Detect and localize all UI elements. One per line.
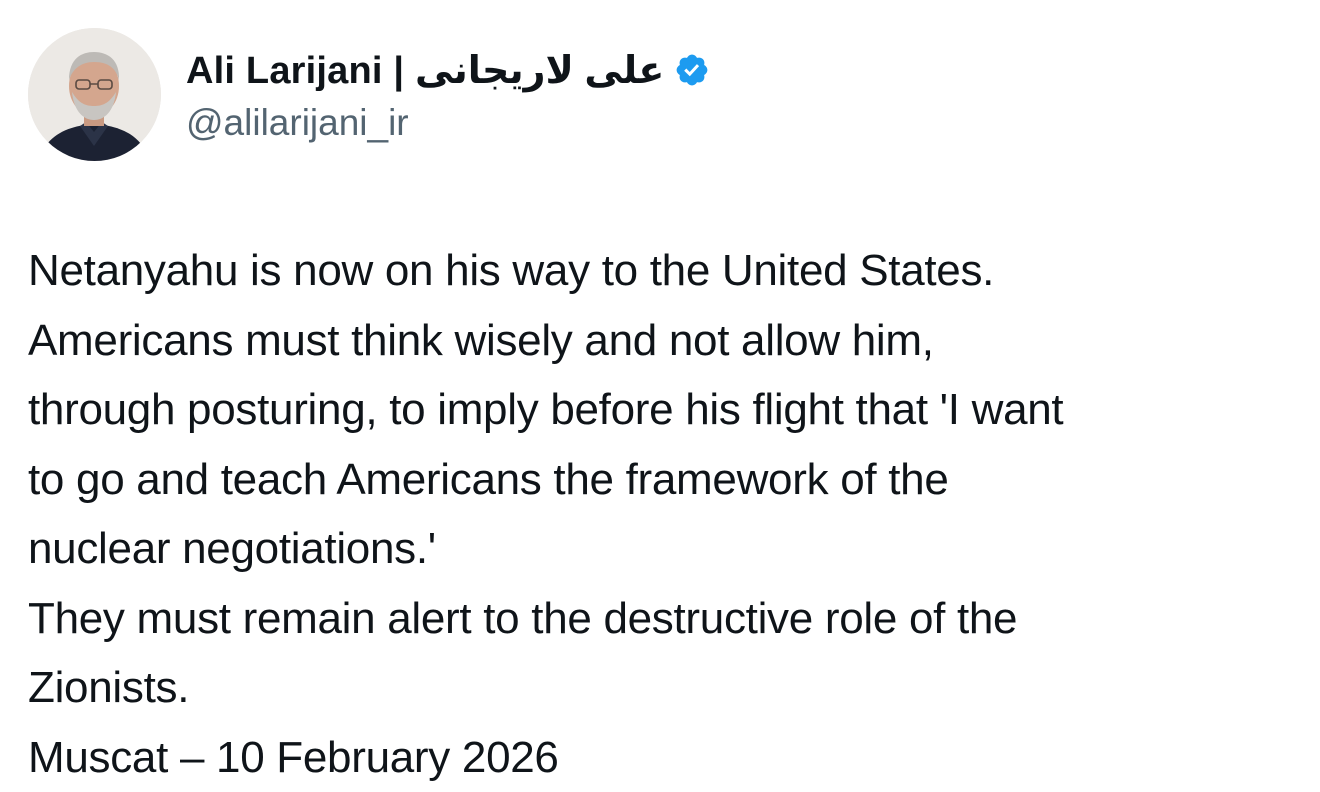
- tweet-line: Americans must think wisely and not allo…: [28, 306, 1298, 376]
- tweet-line: Zionists.: [28, 653, 1298, 723]
- tweet-header: Ali Larijani | علی لاریجانی @alilarijani…: [28, 28, 928, 162]
- tweet-line: nuclear negotiations.': [28, 514, 1298, 584]
- tweet-line: They must remain alert to the destructiv…: [28, 584, 1298, 654]
- tweet-line: to go and teach Americans the framework …: [28, 445, 1298, 515]
- author-display-name[interactable]: Ali Larijani | علی لاریجانی: [186, 48, 664, 93]
- tweet-line: Muscat – 10 February 2026: [28, 723, 1298, 792]
- avatar[interactable]: [28, 28, 161, 161]
- verified-badge-icon: [674, 52, 710, 88]
- tweet-text: Netanyahu is now on his way to the Unite…: [28, 236, 1298, 792]
- author-handle[interactable]: @alilarijani_ir: [186, 102, 409, 144]
- name-row: Ali Larijani | علی لاریجانی: [186, 42, 710, 98]
- tweet-line: through posturing, to imply before his f…: [28, 375, 1298, 445]
- avatar-image: [28, 28, 161, 161]
- tweet-line: Netanyahu is now on his way to the Unite…: [28, 236, 1298, 306]
